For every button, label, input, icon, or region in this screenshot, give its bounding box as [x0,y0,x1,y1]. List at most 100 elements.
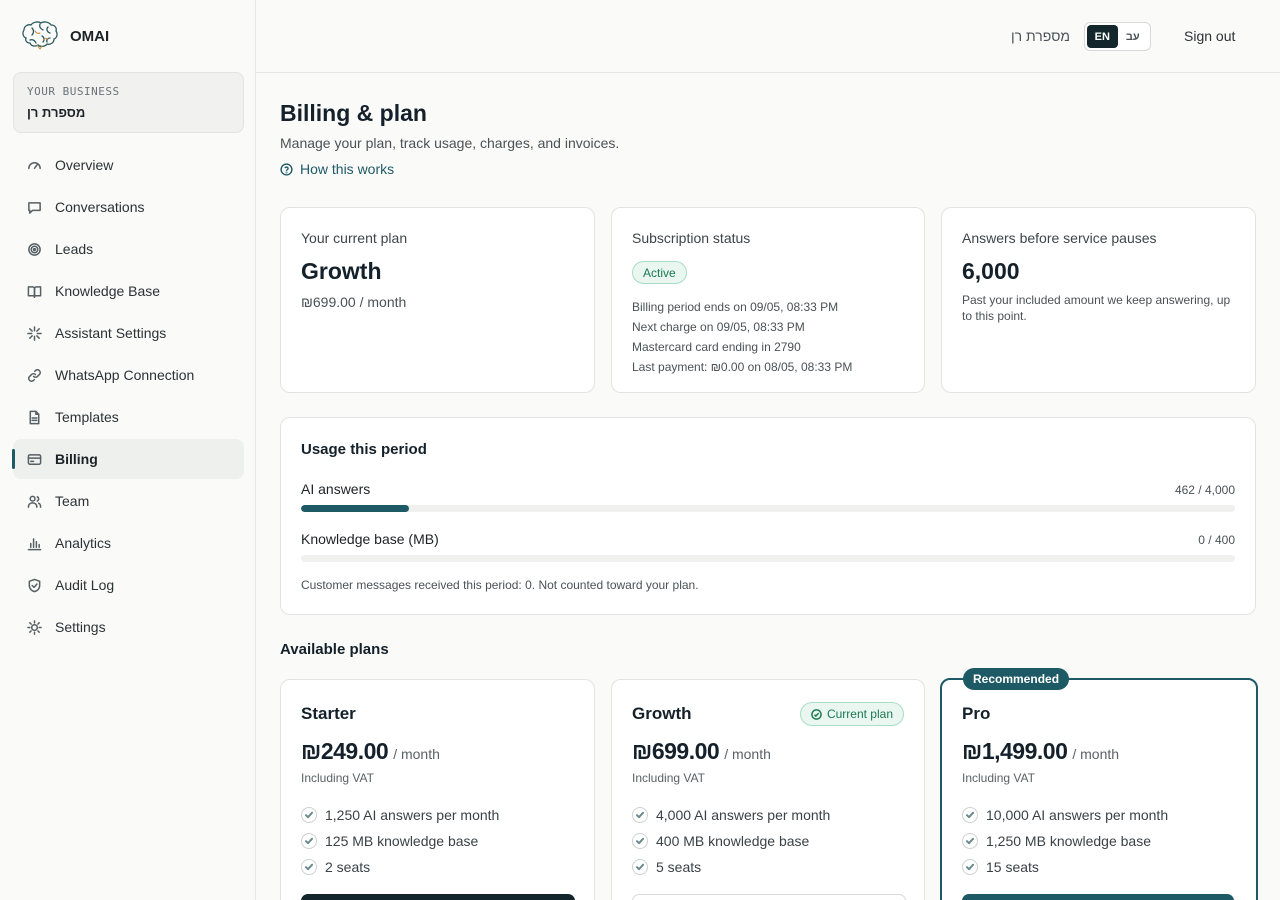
last-payment: Last payment: ₪0.00 on 08/05, 08:33 PM [632,360,853,374]
sidebar-item-knowledge-base[interactable]: Knowledge Base [13,271,244,311]
feature-text: 1,250 AI answers per month [325,807,500,823]
service-pause-label: Answers before service pauses [962,230,1157,246]
usage-note: Customer messages received this period: … [301,578,699,592]
payment-card: Mastercard card ending in 2790 [632,340,801,354]
usage-title: Usage this period [301,441,427,458]
available-plans-title: Available plans [280,641,389,658]
sidebar-item-label: Conversations [55,199,145,215]
service-pause-note: Past your included amount we keep answer… [962,293,1231,323]
ai-answers-meter-fill [301,505,409,512]
plan-price: ₪1,499.00 / month [962,738,1119,765]
check-circle-icon [632,859,648,875]
check-circle-icon [962,859,978,875]
credit-card-icon [26,451,42,467]
lang-en-button[interactable]: EN [1087,25,1118,48]
check-circle-icon [632,833,648,849]
plan-price: ₪249.00 / month [301,738,440,765]
sidebar: OMAI YOUR BUSINESS מספרת רן Overview Con… [0,0,256,900]
plan-card-growth: Growth Current plan ₪699.00 / month Incl… [611,679,925,900]
plan-vat-note: Including VAT [301,771,374,785]
sun-gear-icon [26,619,42,635]
plan-amount: ₪699.00 [632,738,720,764]
plan-amount: ₪249.00 [301,738,389,764]
status-badge: Active [632,261,687,284]
help-circle-icon [280,162,293,176]
book-icon [26,283,42,299]
plan-period: / month [724,746,771,762]
list-item: 1,250 MB knowledge base [962,828,1168,854]
plan-price: ₪699.00 / month [632,738,771,765]
usage-card: Usage this period AI answers 462 / 4,000… [280,417,1256,615]
feature-text: 400 MB knowledge base [656,833,810,849]
feature-text: 1,250 MB knowledge base [986,833,1151,849]
document-icon [26,409,42,425]
next-charge: Next charge on 09/05, 08:33 PM [632,320,805,334]
check-circle-icon [811,708,822,720]
feature-text: 125 MB knowledge base [325,833,479,849]
feature-text: 5 seats [656,859,702,875]
current-plan-name: Growth [301,258,382,284]
sidebar-item-leads[interactable]: Leads [13,229,244,269]
feature-text: 10,000 AI answers per month [986,807,1169,823]
plan-name: Pro [962,704,991,723]
link-icon [26,367,42,383]
how-this-works-label: How this works [300,161,395,177]
sidebar-item-billing[interactable]: Billing [12,439,244,479]
bar-chart-icon [26,535,42,551]
plan-features: 1,250 AI answers per month 125 MB knowle… [301,802,499,880]
current-plan-badge: Current plan [799,702,904,726]
subscription-status-label: Subscription status [632,230,751,246]
sign-out-button[interactable]: Sign out [1184,28,1235,44]
list-item: 10,000 AI answers per month [962,802,1168,828]
sidebar-item-templates[interactable]: Templates [13,397,244,437]
check-circle-icon [632,807,648,823]
list-item: 125 MB knowledge base [301,828,499,854]
business-label: YOUR BUSINESS [27,85,120,98]
lang-he-button[interactable]: עב [1118,25,1149,48]
check-circle-icon [301,807,317,823]
list-item: 5 seats [632,854,830,880]
plan-features: 4,000 AI answers per month 400 MB knowle… [632,802,830,880]
sidebar-item-label: Audit Log [55,577,115,593]
brain-logo-icon [22,21,58,50]
plan-amount: ₪1,499.00 [962,738,1068,764]
page-title: Billing & plan [280,100,427,126]
feature-text: 4,000 AI answers per month [656,807,831,823]
sidebar-item-label: Settings [55,619,106,635]
plan-vat-note: Including VAT [962,771,1035,785]
recommended-badge: Recommended [963,668,1070,690]
list-item: 2 seats [301,854,499,880]
sidebar-item-settings[interactable]: Settings [13,607,244,647]
sidebar-item-label: Knowledge Base [55,283,161,299]
sidebar-item-conversations[interactable]: Conversations [13,187,244,227]
app-name: OMAI [70,27,110,45]
list-item: 15 seats [962,854,1168,880]
current-plan-price: ₪699.00 / month [301,294,407,310]
sidebar-item-overview[interactable]: Overview [13,145,244,185]
brand[interactable]: OMAI [20,18,109,54]
shield-icon [26,577,42,593]
sidebar-item-team[interactable]: Team [13,481,244,521]
select-starter-button[interactable] [301,894,575,900]
ai-answers-label: AI answers [301,481,371,497]
language-toggle: EN עב [1084,22,1151,51]
check-circle-icon [962,833,978,849]
plan-name: Starter [301,704,356,723]
business-name: מספרת רן [27,105,86,120]
check-circle-icon [962,807,978,823]
sidebar-item-analytics[interactable]: Analytics [13,523,244,563]
ai-answers-meter [301,505,1235,512]
plan-card-pro: Recommended Pro ₪1,499.00 / month Includ… [940,668,1258,900]
sidebar-item-whatsapp-connection[interactable]: WhatsApp Connection [13,355,244,395]
plan-period: / month [393,746,440,762]
upgrade-pro-button[interactable] [962,894,1234,900]
current-plan-button[interactable] [632,894,906,900]
sparkle-icon [26,325,42,341]
billing-period-end: Billing period ends on 09/05, 08:33 PM [632,300,839,314]
business-card: YOUR BUSINESS מספרת רן [13,72,244,133]
gauge-icon [26,157,42,173]
sidebar-item-audit-log[interactable]: Audit Log [13,565,244,605]
how-this-works-link[interactable]: How this works [280,161,394,177]
sidebar-item-assistant-settings[interactable]: Assistant Settings [13,313,244,353]
service-pause-value: 6,000 [962,258,1020,284]
